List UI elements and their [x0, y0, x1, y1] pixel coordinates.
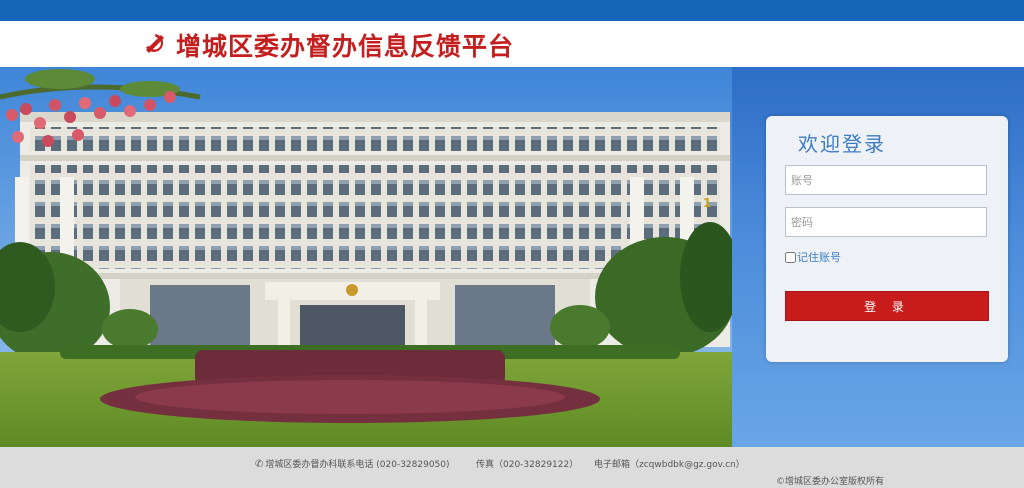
footer-email: 电子邮箱（zcqwbdbk@gz.gov.cn） — [594, 460, 745, 470]
username-input[interactable] — [785, 165, 987, 195]
password-input[interactable] — [785, 207, 987, 237]
phone-icon: ✆ — [255, 459, 264, 470]
site-title: 增城区委办督办信息反馈平台 — [176, 32, 515, 61]
remember-account[interactable]: 记住账号 — [785, 249, 841, 265]
footer-fax: 传真（020-32829122） — [476, 460, 579, 470]
hero-banner: 1 欢迎登录 账号 记住账号 登 录 — [0, 67, 1024, 447]
remember-checkbox[interactable] — [785, 251, 796, 263]
login-panel: 欢迎登录 记住账号 登 录 — [766, 116, 1008, 362]
header: 增城区委办督办信息反馈平台 — [0, 21, 1024, 67]
top-bar — [0, 0, 1024, 21]
footer-phone: ✆ 增城区委办督办科联系电话 (020-32829050) — [255, 457, 450, 470]
building-photo: 1 — [0, 67, 732, 447]
footer: ✆ 增城区委办督办科联系电话 (020-32829050) 传真（020-3282… — [0, 447, 1024, 488]
login-title: 欢迎登录 — [798, 132, 886, 156]
footer-phone-text: 增城区委办督办科联系电话 (020-32829050) — [265, 460, 450, 470]
building-sign: 1 — [703, 196, 711, 210]
login-button[interactable]: 登 录 — [785, 291, 989, 321]
party-emblem-icon — [146, 34, 164, 53]
footer-copyright: ©增城区委办公室版权所有 — [776, 477, 885, 487]
remember-label: 记住账号 — [797, 251, 841, 264]
